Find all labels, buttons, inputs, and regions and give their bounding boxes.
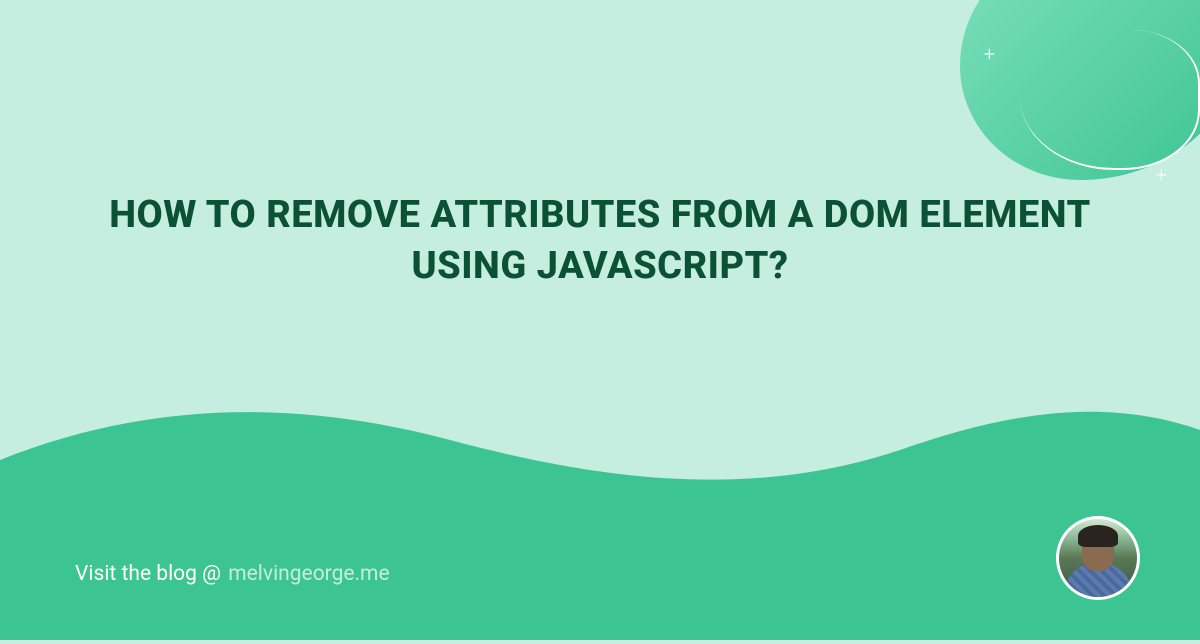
page-title: HOW TO REMOVE ATTRIBUTES FROM A DOM ELEM…: [60, 190, 1140, 293]
plus-icon: +: [984, 42, 995, 66]
avatar-hair: [1078, 525, 1118, 547]
footer-prefix: Visit the blog @: [75, 562, 221, 586]
wave-decoration: [0, 340, 1200, 640]
author-avatar: [1056, 516, 1140, 600]
plus-icon: +: [1156, 163, 1167, 187]
footer-domain: melvingeorge.me: [228, 562, 389, 586]
footer-text: Visit the blog @ melvingeorge.me: [75, 562, 390, 586]
